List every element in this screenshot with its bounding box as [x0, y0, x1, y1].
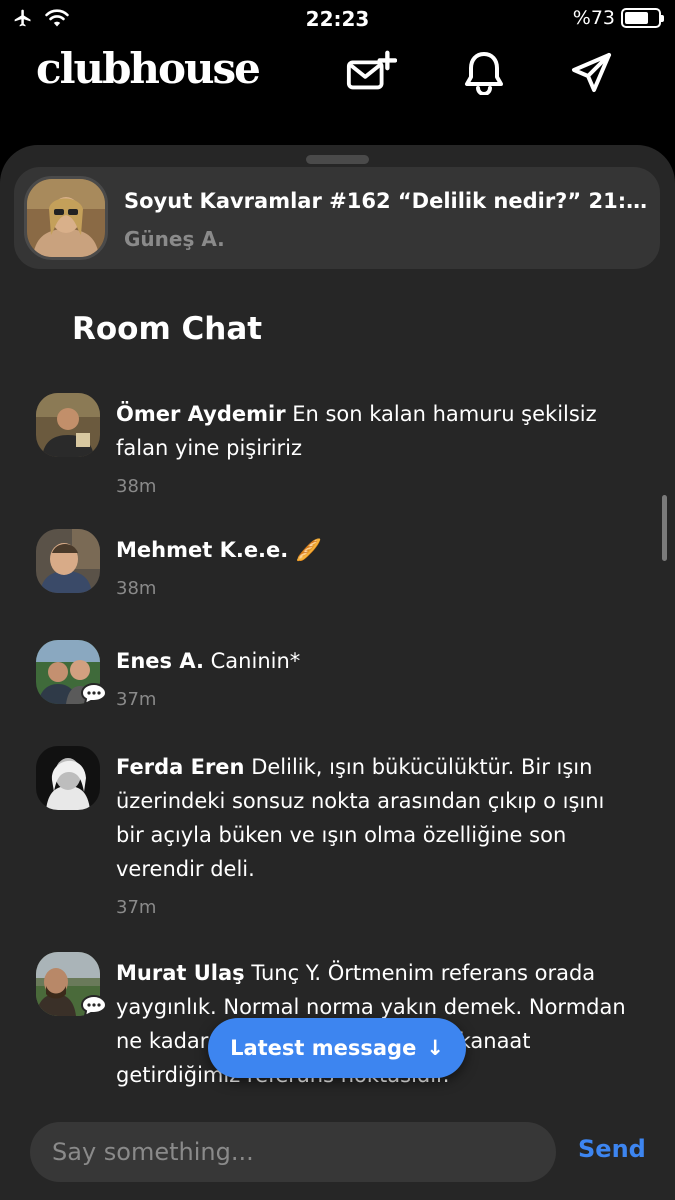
chat-bubble-icon [80, 994, 108, 1018]
message-body: Mehmet K.e.e. 🥖 38m [116, 533, 636, 601]
message-time: 37m [116, 689, 157, 710]
arrow-down-icon: ↓ [426, 1036, 444, 1060]
message-composer[interactable] [30, 1122, 556, 1182]
message-author[interactable]: Mehmet K.e.e. 🥖 [116, 538, 322, 562]
message-time: 38m [116, 578, 157, 599]
room-host-avatar [24, 176, 108, 260]
message-time: 37m [116, 897, 157, 918]
message-text: Caninin* [203, 649, 301, 673]
chat-messages[interactable]: Ömer Aydemir En son kalan hamuru şekilsi… [0, 393, 675, 1105]
chat-scrollbar[interactable] [662, 495, 667, 561]
status-bar: 22:23 %73 [0, 0, 675, 38]
message-time: 38m [116, 476, 157, 497]
chat-bubble-icon [80, 682, 108, 706]
app-header: clubhouse [0, 40, 675, 110]
room-host-name: Güneş A. [124, 227, 225, 251]
send-button[interactable]: Send [578, 1135, 646, 1163]
message-body: Ömer Aydemir En son kalan hamuru şekilsi… [116, 397, 636, 499]
latest-message-button[interactable]: Latest message ↓ [208, 1018, 466, 1078]
message-author[interactable]: Ömer Aydemir [116, 402, 286, 426]
message-author[interactable]: Ferda Eren [116, 755, 245, 779]
message-body: Ferda Eren Delilik, ışın bükücülüktür. B… [116, 750, 636, 920]
battery-level [625, 12, 649, 24]
room-sheet: Soyut Kavramlar #162 “Delilik nedir?” 21… [0, 145, 675, 1200]
avatar[interactable] [36, 529, 100, 593]
avatar[interactable] [36, 746, 100, 810]
message-author[interactable]: Murat Ulaş [116, 961, 245, 985]
message-author[interactable]: Enes A. [116, 649, 204, 673]
room-chat-title: Room Chat [72, 311, 263, 347]
latest-message-label: Latest message [230, 1036, 417, 1060]
app-logo: clubhouse [36, 44, 261, 93]
message-body: Enes A. Caninin* 37m [116, 644, 636, 712]
status-right: %73 [572, 7, 664, 29]
message-input[interactable] [30, 1122, 556, 1182]
room-title: Soyut Kavramlar #162 “Delilik nedir?” 21… [124, 189, 649, 213]
invite-mail-icon[interactable] [345, 46, 397, 98]
room-card[interactable]: Soyut Kavramlar #162 “Delilik nedir?” 21… [14, 167, 660, 269]
battery-icon [621, 8, 664, 28]
send-icon[interactable] [566, 46, 618, 98]
avatar[interactable] [36, 393, 100, 457]
bell-icon[interactable] [458, 46, 510, 98]
sheet-grabber[interactable] [306, 155, 369, 164]
battery-percentage: %73 [572, 7, 615, 29]
